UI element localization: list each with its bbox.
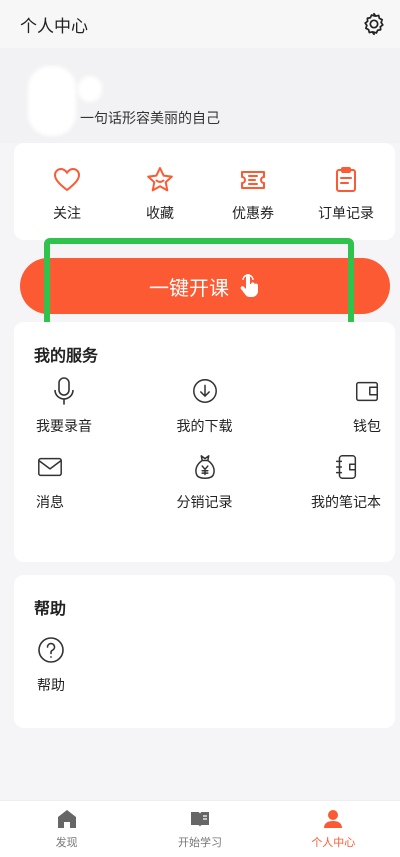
header-bar: 个人中心: [0, 0, 400, 48]
help-label: 帮助: [37, 678, 65, 694]
service-label: 分销记录: [176, 495, 233, 511]
shortcut-coupons[interactable]: 优惠券: [218, 143, 288, 240]
money-bag-icon: [194, 455, 215, 479]
tab-label: 发现: [55, 836, 78, 849]
book-icon: [190, 812, 209, 827]
open-course-label: 一键开课: [149, 275, 229, 300]
shortcut-follow[interactable]: 关注: [32, 143, 102, 240]
tab-label: 开始学习: [177, 836, 222, 849]
tab-label: 个人中心: [311, 836, 356, 849]
service-label: 钱包: [353, 419, 381, 435]
open-course-button[interactable]: 一键开课: [20, 258, 390, 314]
service-notebook[interactable]: 我的笔记本: [268, 452, 395, 512]
services-card: 我的服务 我要录音 我的下载 钱包 消息 分销记录 我的笔记本: [14, 322, 395, 562]
service-label: 我的下载: [176, 419, 233, 435]
star-icon: [147, 167, 173, 192]
service-wallet[interactable]: 钱包: [268, 376, 395, 436]
profile-section: 一句话形容美丽的自己: [0, 48, 400, 143]
service-label: 我要录音: [36, 419, 92, 435]
download-icon: [192, 379, 217, 403]
wallet-icon: [355, 381, 379, 402]
help-item[interactable]: 帮助: [36, 635, 66, 695]
hand-pointer-icon: [240, 274, 259, 297]
ticket-icon: [241, 171, 265, 189]
help-title: 帮助: [34, 599, 67, 618]
gear-icon: [364, 12, 384, 36]
user-icon: [324, 810, 343, 828]
services-grid: 我要录音 我的下载 钱包 消息 分销记录 我的笔记本: [14, 376, 395, 512]
service-downloads[interactable]: 我的下载: [141, 376, 268, 436]
settings-button[interactable]: [360, 10, 388, 38]
service-distribution[interactable]: 分销记录: [141, 452, 268, 512]
profile-page: 个人中心 一句话形容美丽的自己 关注 收藏 优惠券 订单记录 一键开课 我的服务…: [0, 0, 400, 857]
shortcut-label: 收藏: [146, 206, 174, 222]
shortcut-orders[interactable]: 订单记录: [311, 143, 381, 240]
page-title: 个人中心: [20, 16, 88, 37]
tab-start-learning[interactable]: 开始学习: [150, 808, 250, 850]
profile-signature[interactable]: 一句话形容美丽的自己: [80, 108, 220, 128]
service-messages[interactable]: 消息: [14, 452, 141, 512]
heart-icon: [54, 168, 80, 191]
bottom-tabbar: 发现 开始学习 个人中心: [0, 800, 400, 857]
service-label: 我的笔记本: [311, 495, 381, 511]
mail-icon: [38, 457, 62, 477]
shortcut-label: 优惠券: [232, 206, 274, 222]
help-card: 帮助 帮助: [14, 575, 395, 728]
shortcut-favorites[interactable]: 收藏: [125, 143, 195, 240]
notebook-icon: [335, 455, 357, 479]
home-icon: [57, 810, 76, 828]
shortcut-label: 关注: [53, 206, 81, 222]
microphone-icon: [54, 377, 74, 405]
service-record-audio[interactable]: 我要录音: [14, 376, 141, 436]
shortcut-card: 关注 收藏 优惠券 订单记录: [14, 143, 395, 240]
shortcut-label: 订单记录: [318, 206, 374, 222]
clipboard-icon: [336, 167, 356, 192]
service-label: 消息: [36, 495, 64, 511]
tab-personal-center[interactable]: 个人中心: [283, 808, 383, 850]
question-icon: [38, 637, 64, 663]
services-title: 我的服务: [34, 346, 99, 365]
tab-discover[interactable]: 发现: [17, 808, 117, 850]
